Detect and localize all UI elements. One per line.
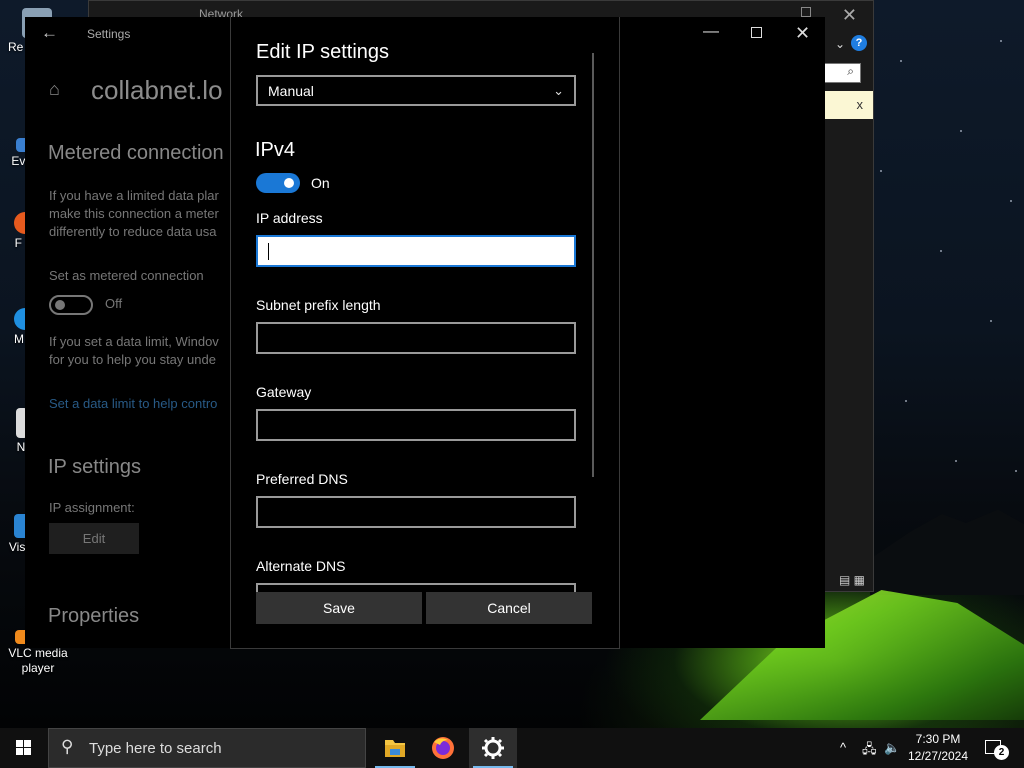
explorer-maximize-button[interactable] — [801, 7, 811, 17]
close-button[interactable]: ✕ — [795, 23, 810, 44]
windows-logo-icon — [16, 740, 32, 756]
info-bar: x — [823, 91, 873, 119]
data-limit-description-line: If you set a data limit, Windov — [49, 334, 219, 349]
notification-center-icon[interactable]: 2 — [985, 740, 1009, 760]
preferred-dns-input[interactable] — [256, 496, 576, 528]
set-data-limit-link[interactable]: Set a data limit to help contro — [49, 395, 239, 413]
clock-time: 7:30 PM — [915, 732, 961, 746]
metered-description-line: make this connection a meter — [49, 206, 219, 221]
preferred-dns-label: Preferred DNS — [256, 471, 348, 487]
minimize-button[interactable]: — — [703, 23, 719, 41]
notification-count-badge: 2 — [994, 745, 1009, 760]
home-icon[interactable]: ⌂ — [49, 79, 60, 100]
ipv4-toggle[interactable] — [256, 173, 300, 193]
ip-address-input[interactable] — [256, 235, 576, 267]
clock[interactable]: 7:30 PM 12/27/2024 — [906, 731, 970, 765]
view-toggle-icons[interactable]: ▤ ▦ — [839, 573, 865, 587]
info-bar-close-icon[interactable]: x — [857, 97, 864, 112]
subnet-prefix-length-label: Subnet prefix length — [256, 297, 381, 313]
volume-muted-icon[interactable]: 🔈 — [884, 740, 900, 756]
metered-description-line: If you have a limited data plar — [49, 188, 219, 203]
folder-icon — [385, 740, 405, 757]
taskbar-app-settings[interactable] — [469, 728, 517, 768]
edit-ip-settings-dialog: Edit IP settings Manual ⌄ IPv4 On IP add… — [230, 17, 620, 649]
metered-connection-heading: Metered connection — [48, 142, 224, 164]
window-title: Settings — [87, 27, 131, 41]
start-button[interactable] — [0, 728, 48, 768]
network-icon[interactable]: 🖧 — [862, 740, 877, 762]
taskbar-app-firefox[interactable] — [419, 728, 467, 768]
ip-mode-selected: Manual — [268, 83, 314, 99]
taskbar-app-file-explorer[interactable] — [371, 728, 419, 768]
gateway-input[interactable] — [256, 409, 576, 441]
metered-toggle-state: Off — [105, 296, 123, 311]
save-button[interactable]: Save — [256, 592, 422, 624]
taskbar: ⚲ Type here to search ^ 🖧 � — [0, 728, 1024, 768]
back-arrow-icon[interactable]: ← — [41, 23, 58, 43]
cancel-button[interactable]: Cancel — [426, 592, 592, 624]
search-placeholder: Type here to search — [89, 740, 222, 757]
metered-connection-toggle[interactable] — [49, 295, 93, 315]
subnet-prefix-length-input[interactable] — [256, 322, 576, 354]
dialog-title: Edit IP settings — [256, 41, 390, 63]
gear-icon — [482, 737, 504, 759]
mountain-silhouette — [870, 509, 1024, 595]
properties-heading: Properties — [48, 605, 140, 627]
chevron-down-icon: ⌄ — [553, 83, 564, 98]
ip-mode-dropdown[interactable]: Manual ⌄ — [256, 75, 576, 106]
ip-address-label: IP address — [256, 210, 323, 226]
show-hidden-icons-chevron-icon[interactable]: ^ — [840, 740, 846, 755]
search-icon: ⚲ — [61, 737, 74, 756]
network-name-heading: collabnet.lo — [91, 75, 223, 105]
help-icon[interactable]: ? — [851, 35, 867, 51]
ip-assignment-label: IP assignment: — [49, 500, 135, 515]
data-limit-description-line: for you to help you stay unde — [49, 352, 216, 367]
text-caret — [268, 243, 269, 260]
ip-settings-heading: IP settings — [48, 456, 142, 478]
gateway-label: Gateway — [256, 384, 312, 400]
search-icon: ⌕ — [847, 64, 854, 78]
metered-toggle-label: Set as metered connection — [49, 268, 204, 283]
clock-date: 12/27/2024 — [907, 749, 969, 763]
explorer-close-button[interactable]: ✕ — [842, 5, 857, 26]
firefox-icon — [432, 737, 454, 759]
expand-ribbon-chevron-icon[interactable]: ⌄ — [835, 37, 845, 51]
ipv4-heading: IPv4 — [255, 139, 296, 161]
metered-description-line: differently to reduce data usa — [49, 224, 217, 239]
maximize-button[interactable] — [751, 27, 762, 38]
dialog-scrollbar[interactable] — [592, 53, 594, 477]
alternate-dns-label: Alternate DNS — [256, 558, 346, 574]
taskbar-search-box[interactable]: ⚲ Type here to search — [48, 728, 366, 768]
edit-ip-button[interactable]: Edit — [49, 523, 139, 554]
ipv4-toggle-state: On — [311, 175, 330, 191]
